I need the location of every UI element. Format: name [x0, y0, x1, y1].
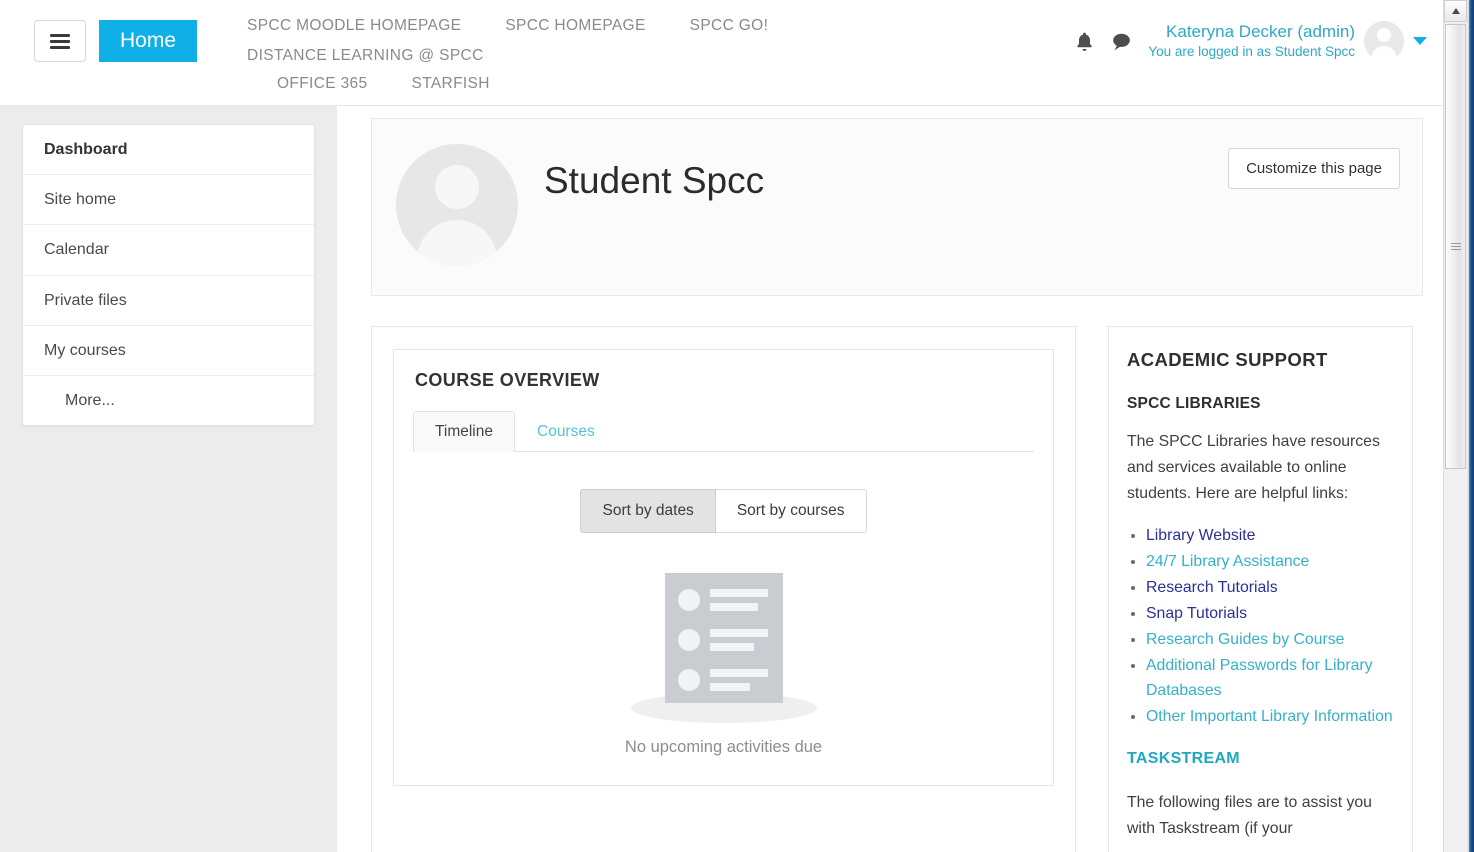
illustration-row: [677, 629, 768, 651]
course-overview-block: COURSE OVERVIEW Timeline Courses Sort by…: [393, 349, 1054, 786]
sidebar-item-my-courses[interactable]: My courses: [23, 326, 314, 376]
link-24-7-library-assistance[interactable]: 24/7 Library Assistance: [1146, 553, 1309, 570]
list-item: Library Website: [1146, 523, 1394, 548]
tab-courses[interactable]: Courses: [515, 411, 617, 452]
timeline-empty-state: No upcoming activities due: [413, 573, 1034, 757]
message-bubble-icon[interactable]: [1111, 32, 1132, 51]
navbar-icons: [1075, 31, 1132, 52]
academic-support-title: ACADEMIC SUPPORT: [1127, 349, 1328, 370]
list-item: Research Tutorials: [1146, 575, 1394, 600]
course-overview-column: COURSE OVERVIEW Timeline Courses Sort by…: [371, 326, 1076, 852]
taskstream-heading-link[interactable]: TASKSTREAM: [1127, 750, 1394, 768]
hamburger-icon-bar: [50, 45, 70, 49]
user-menu-text: Kateryna Decker (admin) You are logged i…: [1148, 21, 1355, 60]
left-sidebar: Dashboard Site home Calendar Private fil…: [0, 106, 337, 852]
illustration-row: [677, 669, 768, 691]
logged-in-as-label: You are logged in as Student Spcc: [1148, 44, 1355, 60]
page-viewport: Home SPCC MOODLE HOMEPAGE SPCC HOMEPAGE …: [0, 0, 1447, 852]
illustration-row: [677, 589, 768, 611]
sidebar-item-private-files[interactable]: Private files: [23, 276, 314, 326]
scrollbar-grip-icon: [1450, 241, 1461, 252]
nav-link-spcc-go[interactable]: SPCC GO!: [668, 11, 791, 41]
nav-link-starfish[interactable]: STARFISH: [390, 69, 512, 99]
spcc-libraries-paragraph: The SPCC Libraries have resources and se…: [1127, 433, 1380, 502]
chevron-down-icon[interactable]: [1413, 37, 1427, 45]
illustration-lines: [709, 629, 768, 651]
primary-nav-links: SPCC MOODLE HOMEPAGE SPCC HOMEPAGE SPCC …: [225, 11, 1069, 71]
link-other-important-library-information[interactable]: Other Important Library Information: [1146, 708, 1393, 725]
spcc-libraries-heading: SPCC LIBRARIES: [1127, 395, 1261, 412]
tab-timeline[interactable]: Timeline: [413, 411, 515, 452]
hamburger-icon-bar: [50, 33, 70, 37]
illustration-bullet: [677, 589, 700, 611]
academic-support-block: ACADEMIC SUPPORT SPCC LIBRARIES The SPCC…: [1108, 326, 1413, 852]
scrollbar-up-arrow-button[interactable]: [1444, 0, 1467, 22]
link-additional-passwords[interactable]: Additional Passwords for Library Databas…: [1146, 657, 1373, 699]
illustration-lines: [709, 669, 768, 691]
link-research-tutorials[interactable]: Research Tutorials: [1146, 579, 1278, 596]
sidebar-item-site-home[interactable]: Site home: [23, 175, 314, 226]
profile-header-card: Student Spcc Customize this page: [371, 118, 1423, 296]
illustration-bullet: [677, 629, 700, 651]
main-content: Student Spcc Customize this page COURSE …: [337, 106, 1447, 852]
scrollbar-thumb[interactable]: [1445, 24, 1466, 469]
user-name-label: Kateryna Decker (admin): [1166, 22, 1355, 42]
secondary-nav-links: OFFICE 365 STARFISH: [10, 69, 1437, 105]
nav-link-office-365[interactable]: OFFICE 365: [255, 69, 390, 99]
list-item: Research Guides by Course: [1146, 627, 1394, 652]
list-item: 24/7 Library Assistance: [1146, 549, 1394, 574]
empty-state-message: No upcoming activities due: [624, 738, 823, 756]
dashboard-columns: COURSE OVERVIEW Timeline Courses Sort by…: [371, 326, 1423, 852]
illustration-lines: [709, 589, 768, 611]
user-avatar-icon: [396, 144, 518, 266]
nav-link-spcc-homepage[interactable]: SPCC HOMEPAGE: [483, 11, 667, 41]
illustration-document: [664, 573, 783, 703]
hamburger-icon-bar: [50, 39, 70, 43]
user-menu[interactable]: Kateryna Decker (admin) You are logged i…: [1148, 21, 1427, 61]
browser-window: Home SPCC MOODLE HOMEPAGE SPCC HOMEPAGE …: [0, 0, 1474, 852]
list-item: Additional Passwords for Library Databas…: [1146, 653, 1394, 703]
course-overview-title: COURSE OVERVIEW: [415, 370, 600, 390]
sort-by-dates-button[interactable]: Sort by dates: [580, 489, 716, 533]
link-snap-tutorials[interactable]: Snap Tutorials: [1146, 605, 1247, 622]
hamburger-menu-button[interactable]: [34, 20, 86, 62]
nav-link-distance-learning[interactable]: DISTANCE LEARNING @ SPCC: [225, 41, 506, 71]
home-button[interactable]: Home: [99, 19, 198, 63]
customize-this-page-button[interactable]: Customize this page: [1228, 148, 1400, 189]
window-border: [1467, 0, 1474, 852]
taskstream-paragraph: The following files are to assist you wi…: [1127, 793, 1372, 837]
vertical-scrollbar[interactable]: [1443, 0, 1467, 852]
course-overview-tabs: Timeline Courses: [413, 411, 1034, 452]
user-avatar-icon: [1364, 21, 1404, 61]
nav-link-spcc-moodle-homepage[interactable]: SPCC MOODLE HOMEPAGE: [225, 11, 483, 41]
library-links-list: Library Website 24/7 Library Assistance …: [1125, 523, 1394, 730]
top-navbar: Home SPCC MOODLE HOMEPAGE SPCC HOMEPAGE …: [0, 0, 1447, 106]
navigation-block: Dashboard Site home Calendar Private fil…: [22, 124, 315, 427]
list-item: Other Important Library Information: [1146, 704, 1394, 729]
list-item: Snap Tutorials: [1146, 601, 1394, 626]
triangle-up-icon: [1451, 8, 1460, 14]
sidebar-item-dashboard[interactable]: Dashboard: [23, 125, 314, 176]
sort-by-courses-button[interactable]: Sort by courses: [715, 489, 867, 533]
sidebar-item-more[interactable]: More...: [23, 376, 314, 425]
link-library-website[interactable]: Library Website: [1146, 527, 1255, 544]
bell-icon[interactable]: [1075, 31, 1094, 52]
document-list-icon: [630, 573, 817, 723]
sidebar-item-calendar[interactable]: Calendar: [23, 225, 314, 276]
page-title: Student Spcc: [544, 160, 765, 201]
illustration-bullet: [677, 669, 700, 691]
sort-button-group: Sort by dates Sort by courses: [413, 489, 1034, 533]
page-body: Dashboard Site home Calendar Private fil…: [0, 106, 1447, 852]
link-research-guides-by-course[interactable]: Research Guides by Course: [1146, 631, 1344, 648]
